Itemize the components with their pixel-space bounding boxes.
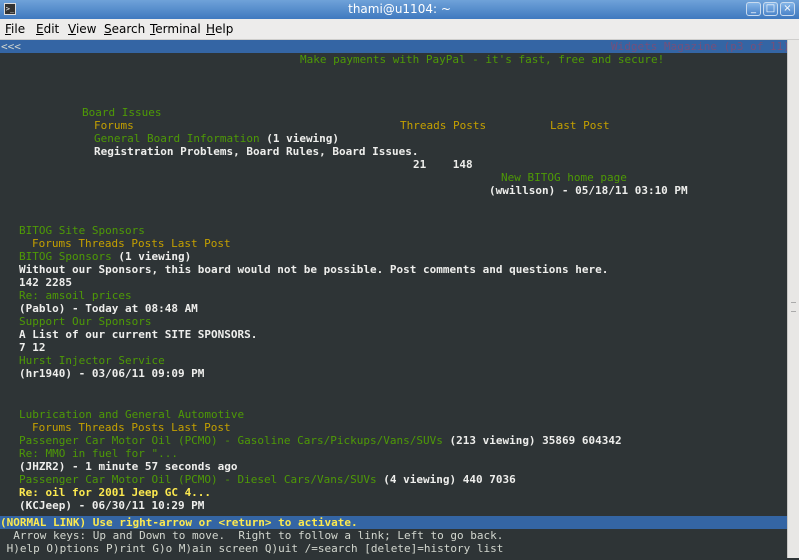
- selected-link[interactable]: Re: oil for 2001 Jeep GC 4...: [19, 486, 211, 499]
- forum-counts: 142 2285: [19, 276, 72, 289]
- forum-counts: 7 12: [19, 341, 46, 354]
- forum-link[interactable]: Passenger Car Motor Oil (PCMO) - Gasolin…: [19, 434, 443, 447]
- window-titlebar[interactable]: >_ thami@u1104: ~ _ □ ×: [0, 0, 799, 19]
- help-line-2: H)elp O)ptions P)rint G)o M)ain screen Q…: [0, 542, 504, 555]
- lubrication-cols: Forums Threads Posts Last Post: [32, 421, 231, 434]
- forum-description: Without our Sponsors, this board would n…: [19, 263, 609, 276]
- menu-view-key: V: [68, 22, 76, 36]
- menu-edit-key: E: [36, 22, 44, 36]
- menu-terminal-rest: erminal: [155, 22, 201, 36]
- forum-counts: 21 148: [413, 158, 473, 171]
- forum-row: Passenger Car Motor Oil (PCMO) - Gasolin…: [19, 434, 622, 447]
- menu-file[interactable]: File: [5, 22, 25, 36]
- terminal-area[interactable]: <<< Widgets Magazine (p3 of 11) Make pay…: [0, 40, 787, 558]
- col-threads-posts: Threads Posts: [400, 119, 487, 132]
- paypal-banner: Make payments with PayPal - it's fast, f…: [300, 53, 665, 66]
- forum-info: (4 viewing) 440 7036: [376, 473, 516, 486]
- forum-viewing: (1 viewing): [266, 132, 340, 145]
- last-post-meta: (hr1940) - 03/06/11 09:09 PM: [19, 367, 205, 380]
- scrollbar-grip[interactable]: [791, 302, 796, 312]
- menu-search-key: S: [104, 22, 112, 36]
- forum-info: (213 viewing) 35869 604342: [442, 434, 622, 447]
- forum-link[interactable]: Support Our Sponsors: [19, 315, 151, 328]
- forum-description: Registration Problems, Board Rules, Boar…: [94, 145, 419, 158]
- last-post-meta: (wwillson) - 05/18/11 03:10 PM: [489, 184, 688, 197]
- close-button[interactable]: ×: [780, 2, 795, 16]
- last-post-meta: (Pablo) - Today at 08:48 AM: [19, 302, 198, 315]
- menu-file-rest: ile: [11, 22, 26, 36]
- maximize-button[interactable]: □: [763, 2, 778, 16]
- status-line: (NORMAL LINK) Use right-arrow or <return…: [0, 516, 787, 529]
- menu-search[interactable]: Search: [104, 22, 145, 36]
- minimize-button[interactable]: _: [746, 2, 761, 16]
- menu-terminal[interactable]: Terminal: [150, 22, 201, 36]
- last-post-link[interactable]: New BITOG home page: [501, 171, 627, 184]
- window-title: thami@u1104: ~: [348, 2, 451, 16]
- col-last-post: Last Post: [550, 119, 610, 132]
- forum-link[interactable]: General Board Information: [94, 132, 260, 145]
- last-post-meta: (KCJeep) - 06/30/11 10:29 PM: [19, 499, 205, 512]
- col-forums: Forums: [94, 119, 134, 132]
- forum-link[interactable]: BITOG Sponsors: [19, 250, 112, 263]
- menu-edit-rest: dit: [43, 22, 60, 36]
- back-link[interactable]: <<<: [1, 40, 21, 53]
- forum-row: General Board Information (1 viewing): [94, 132, 339, 145]
- forum-link[interactable]: Passenger Car Motor Oil (PCMO) - Diesel …: [19, 473, 377, 486]
- menu-edit[interactable]: Edit: [36, 22, 59, 36]
- last-post-link[interactable]: Re: amsoil prices: [19, 289, 132, 302]
- menu-help-key: H: [206, 22, 216, 36]
- menu-view[interactable]: View: [68, 22, 96, 36]
- menubar: File Edit View Search Terminal Help: [0, 19, 799, 40]
- last-post-link[interactable]: Hurst Injector Service: [19, 354, 165, 367]
- menu-help-rest: elp: [215, 22, 234, 36]
- menu-view-rest: iew: [75, 22, 97, 36]
- section-board-issues: Board Issues: [82, 106, 162, 119]
- sponsors-cols: Forums Threads Posts Last Post: [32, 237, 231, 250]
- last-post-meta: (JHZR2) - 1 minute 57 seconds ago: [19, 460, 238, 473]
- menu-help[interactable]: Help: [206, 22, 233, 36]
- forum-row: Passenger Car Motor Oil (PCMO) - Diesel …: [19, 473, 516, 486]
- menu-search-rest: earch: [111, 22, 146, 36]
- page-title: Widgets Magazine (p3 of 11): [611, 40, 787, 53]
- section-lubrication: Lubrication and General Automotive: [19, 408, 245, 421]
- forum-row: BITOG Sponsors (1 viewing): [19, 250, 191, 263]
- forum-viewing: (1 viewing): [118, 250, 192, 263]
- help-line-1: Arrow keys: Up and Down to move. Right t…: [0, 529, 504, 542]
- last-post-link[interactable]: Re: MMO in fuel for "...: [19, 447, 178, 460]
- section-sponsors: BITOG Site Sponsors: [19, 224, 145, 237]
- scrollbar[interactable]: [787, 40, 799, 558]
- forum-description: A List of our current SITE SPONSORS.: [19, 328, 258, 341]
